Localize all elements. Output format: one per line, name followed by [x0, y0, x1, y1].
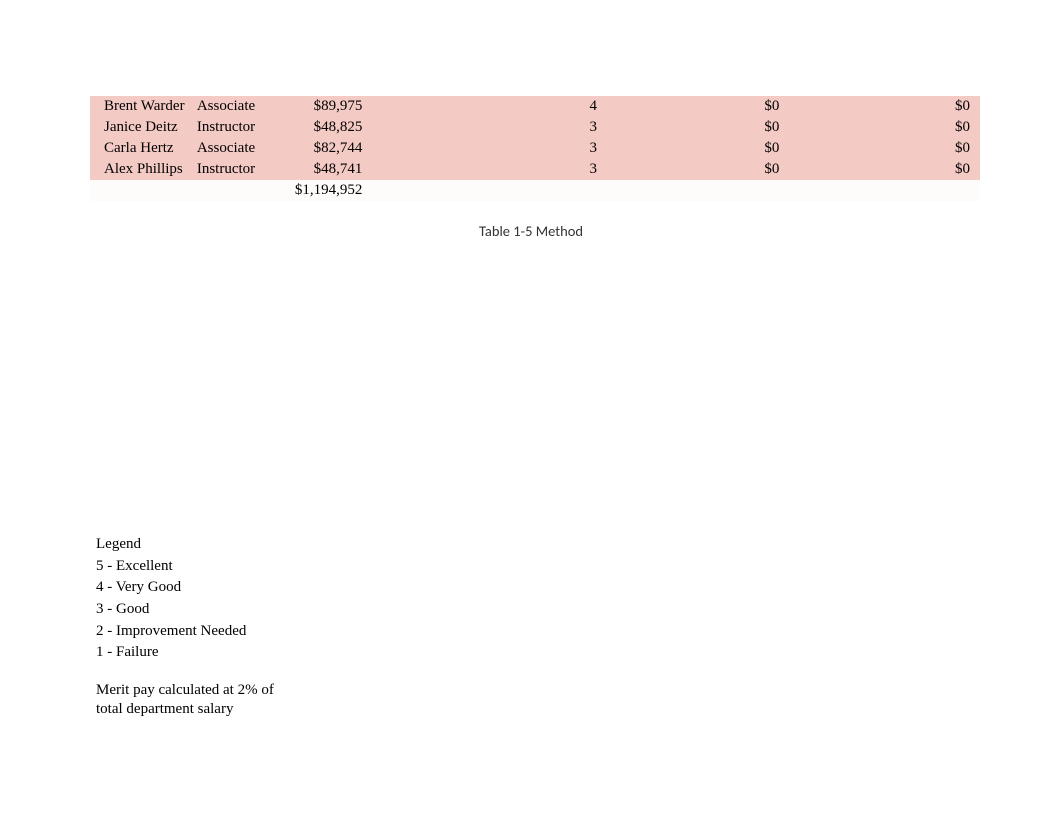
table-row: Janice Deitz Instructor $48,825 3 $0 $0 [90, 117, 980, 138]
salary-table: Brent Warder Associate $89,975 4 $0 $0 J… [90, 96, 980, 201]
cell-role: Instructor [191, 117, 266, 138]
cell-name: Janice Deitz [90, 117, 191, 138]
merit-note: Merit pay calculated at 2% of total depa… [96, 681, 281, 719]
table-row: Brent Warder Associate $89,975 4 $0 $0 [90, 96, 980, 117]
cell-val1: $0 [603, 117, 785, 138]
cell-salary: $48,741 [266, 159, 368, 180]
cell-name: Alex Phillips [90, 159, 191, 180]
legend: Legend 5 - Excellent 4 - Very Good 3 - G… [96, 534, 296, 719]
cell-salary: $89,975 [266, 96, 368, 117]
legend-item: 5 - Excellent [96, 556, 296, 577]
legend-item: 2 - Improvement Needed [96, 621, 296, 642]
cell-val2: $0 [785, 96, 980, 117]
cell-val2: $0 [785, 159, 980, 180]
table-row: Alex Phillips Instructor $48,741 3 $0 $0 [90, 159, 980, 180]
cell-name: Brent Warder [90, 96, 191, 117]
cell-score: 3 [368, 117, 603, 138]
cell-name: Carla Hertz [90, 138, 191, 159]
legend-item: 3 - Good [96, 599, 296, 620]
cell-val1: $0 [603, 159, 785, 180]
legend-item: 1 - Failure [96, 642, 296, 663]
cell-val2: $0 [785, 117, 980, 138]
cell-salary: $48,825 [266, 117, 368, 138]
cell-val1: $0 [603, 96, 785, 117]
cell-salary: $82,744 [266, 138, 368, 159]
legend-item: 4 - Very Good [96, 577, 296, 598]
cell-score: 4 [368, 96, 603, 117]
cell-role: Instructor [191, 159, 266, 180]
cell-score: 3 [368, 138, 603, 159]
cell-total: $1,194,952 [266, 180, 368, 201]
table-caption: Table 1-5 Method [0, 222, 1062, 240]
cell-role: Associate [191, 96, 266, 117]
cell-val1: $0 [603, 138, 785, 159]
legend-header: Legend [96, 534, 296, 555]
cell-val2: $0 [785, 138, 980, 159]
cell-role: Associate [191, 138, 266, 159]
table-row: Carla Hertz Associate $82,744 3 $0 $0 [90, 138, 980, 159]
table-total-row: $1,194,952 [90, 180, 980, 201]
cell-score: 3 [368, 159, 603, 180]
